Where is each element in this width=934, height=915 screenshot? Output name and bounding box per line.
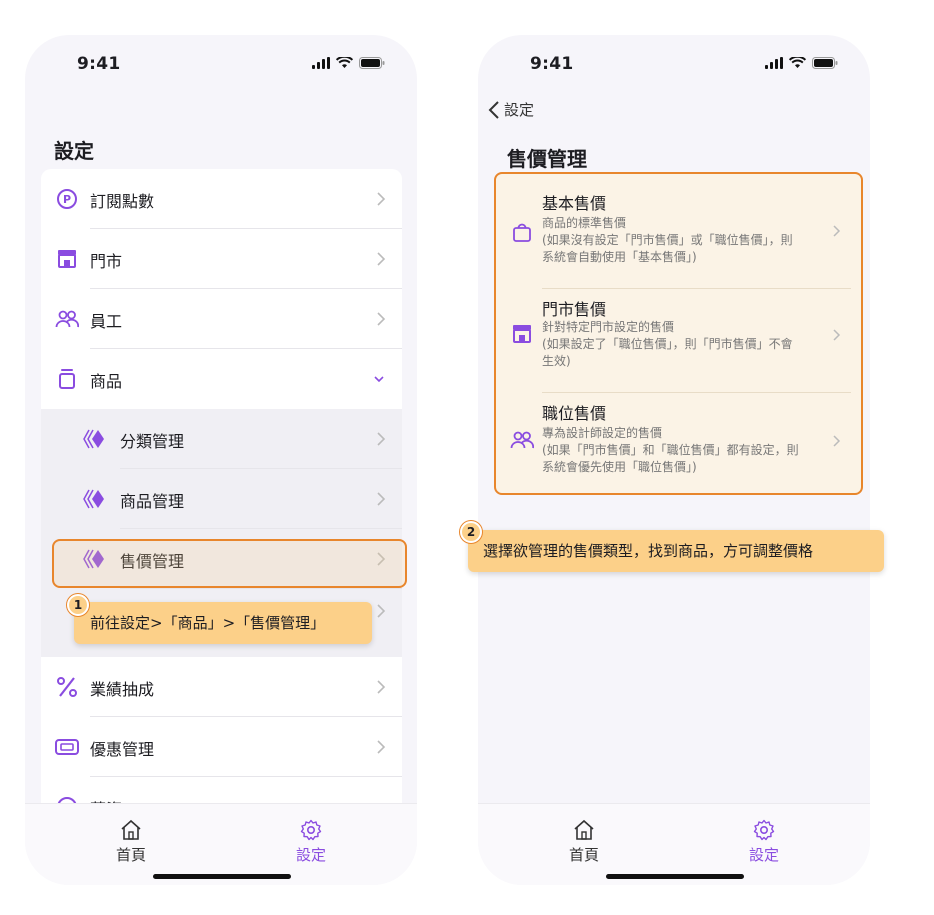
tab-home[interactable]: 首頁 (544, 818, 624, 865)
price-type-title: 基本售價 (542, 194, 607, 213)
tab-settings[interactable]: 設定 (724, 818, 804, 865)
price-type-list: 基本售價 商品的標準售價 (如果沒有設定「門市售價」或「職位售價」，則 系統會自… (494, 172, 863, 495)
settings-item-label: 員工 (90, 312, 123, 331)
bag-icon (513, 223, 531, 242)
price-management-screen: 9:41 設定 售價管理 基本售價 商品的標準售價 (如果沒有設定「門市售價」或… (478, 35, 870, 885)
staff-icon (510, 431, 534, 449)
back-button[interactable]: 設定 (488, 99, 534, 120)
settings-item-label: 門市 (90, 252, 123, 271)
home-icon (121, 819, 141, 840)
price-type-store[interactable]: 門市售價 針對特定門市設定的售價 (如果設定了「職位售價」，則「門市售價」不會 … (506, 284, 851, 388)
price-management-highlight (52, 539, 407, 588)
chevron-left-icon (488, 100, 499, 119)
tab-settings-label: 設定 (748, 846, 779, 864)
settings-item-label: 訂閱點數 (90, 192, 155, 211)
wifi-icon (336, 57, 353, 68)
settings-list: P 訂閱點數 門市 員工 商品 分類管理 商品管理 售價管理 業績抽成 優惠管理 (41, 169, 402, 837)
step-2-text: 選擇欲管理的售價類型，找到商品，方可調整價格 (483, 542, 814, 560)
price-type-position[interactable]: 職位售價 專為設計師設定的售價 (如果「門市售價」和「職位售價」都有設定，則 系… (506, 388, 851, 492)
price-type-desc: 專為設計師設定的售價 (如果「門市售價」和「職位售價」都有設定，則 系統會優先使… (542, 426, 799, 474)
settings-item-label: 商品 (90, 372, 123, 391)
tab-bar: 首頁 設定 (25, 803, 417, 885)
settings-item-commission[interactable]: 業績抽成 (41, 657, 402, 717)
tab-settings[interactable]: 設定 (271, 818, 351, 865)
status-bar: 9:41 (478, 35, 870, 95)
store-icon (58, 250, 76, 268)
chevron-right-icon (377, 312, 386, 326)
points-icon: P (57, 189, 77, 209)
chevron-right-icon (377, 740, 386, 754)
status-time: 9:41 (77, 54, 121, 74)
settings-item-label: 優惠管理 (90, 740, 155, 759)
settings-item-store[interactable]: 門市 (41, 229, 402, 289)
gear-icon (753, 819, 775, 841)
chevron-right-icon (377, 192, 386, 206)
layers-icon (83, 429, 104, 449)
step-2-badge: 2 (460, 521, 482, 543)
tab-settings-label: 設定 (295, 846, 326, 864)
svg-text:P: P (63, 193, 71, 206)
price-type-desc: 針對特定門市設定的售價 (如果設定了「職位售價」，則「門市售價」不會 生效) (542, 320, 793, 368)
wifi-icon (789, 57, 806, 68)
step-2-callout: 選擇欲管理的售價類型，找到商品，方可調整價格 (468, 530, 884, 572)
status-bar: 9:41 (25, 35, 417, 95)
tab-home-label: 首頁 (568, 846, 599, 864)
battery-icon (812, 57, 838, 69)
settings-subitem-label: 分類管理 (120, 432, 185, 451)
home-indicator (153, 874, 291, 879)
signal-icon (765, 57, 783, 69)
back-label: 設定 (504, 101, 535, 119)
step-1-text: 前往設定>「商品」>「售價管理」 (90, 614, 326, 632)
tab-bar: 首頁 設定 (478, 803, 870, 885)
settings-item-staff[interactable]: 員工 (41, 289, 402, 349)
tab-home[interactable]: 首頁 (91, 818, 171, 865)
tab-home-label: 首頁 (115, 846, 146, 864)
status-time: 9:41 (530, 54, 574, 74)
chevron-right-icon (377, 604, 386, 618)
settings-item-points[interactable]: P 訂閱點數 (41, 169, 402, 229)
settings-screen: 9:41 設定 P 訂閱點數 門市 員工 商品 分類管理 商品管理 售價管理 業… (25, 35, 417, 885)
settings-item-discount[interactable]: 優惠管理 (41, 717, 402, 777)
gear-icon (300, 819, 322, 841)
step-1-badge: 1 (67, 594, 89, 616)
price-type-title: 門市售價 (542, 300, 607, 319)
step-1-callout: 前往設定>「商品」>「售價管理」 (74, 602, 372, 644)
staff-icon (55, 310, 79, 328)
chevron-right-icon (833, 435, 841, 447)
product-icon (59, 369, 75, 389)
chevron-right-icon (833, 225, 841, 237)
settings-subitem-category[interactable]: 分類管理 (41, 409, 402, 469)
page-title: 售價管理 (507, 147, 587, 171)
settings-subitem-label: 商品管理 (120, 492, 185, 511)
price-type-desc: 商品的標準售價 (如果沒有設定「門市售價」或「職位售價」，則 系統會自動使用「基… (542, 216, 793, 264)
settings-subitem-product-management[interactable]: 商品管理 (41, 469, 402, 529)
price-type-basic[interactable]: 基本售價 商品的標準售價 (如果沒有設定「門市售價」或「職位售價」，則 系統會自… (506, 178, 851, 282)
settings-item-label: 業績抽成 (90, 680, 155, 699)
chevron-right-icon (377, 492, 386, 506)
store-icon (513, 325, 531, 343)
chevron-right-icon (377, 680, 386, 694)
settings-item-product[interactable]: 商品 (41, 349, 402, 409)
chevron-right-icon (377, 432, 386, 446)
chevron-right-icon (833, 329, 841, 341)
price-type-title: 職位售價 (542, 404, 607, 423)
signal-icon (312, 57, 330, 69)
chevron-down-icon (374, 376, 384, 383)
chevron-right-icon (377, 252, 386, 266)
home-icon (574, 819, 594, 840)
ticket-icon (55, 739, 79, 755)
percent-icon (57, 677, 77, 697)
page-title: 設定 (54, 139, 94, 163)
layers-icon (83, 489, 104, 509)
home-indicator (606, 874, 744, 879)
battery-icon (359, 57, 385, 69)
